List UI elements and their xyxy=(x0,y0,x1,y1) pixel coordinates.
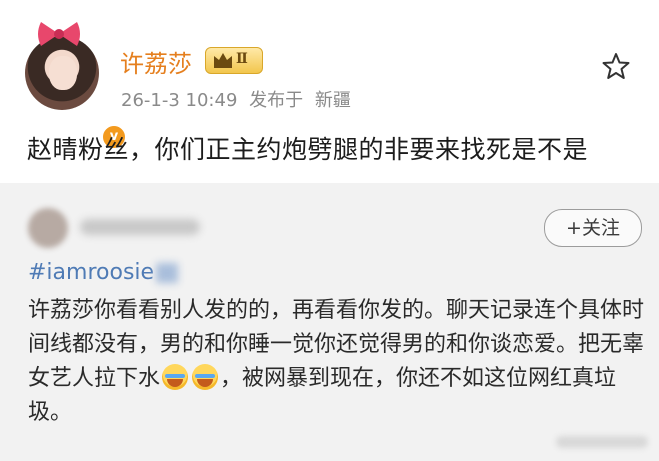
hashtag-text: #iamroosie xyxy=(28,260,155,285)
original-post-card: v 许荔莎 Ⅱ 26-1-3 10:49 发布于 新疆 赵晴粉丝，你们正主约炮劈… xyxy=(0,0,659,183)
follow-button[interactable]: +关注 xyxy=(544,209,642,247)
blurred-avatar[interactable] xyxy=(28,208,68,248)
crying-face-icon xyxy=(192,364,219,390)
published-from-label: 发布于 xyxy=(249,90,304,111)
post-timestamp: 26-1-3 10:49 xyxy=(121,90,238,111)
hashtag-link[interactable]: #iamroosie xyxy=(28,260,179,285)
star-outline-icon[interactable] xyxy=(602,52,630,80)
blurred-username[interactable] xyxy=(80,219,200,235)
username[interactable]: 许荔莎 xyxy=(120,44,192,79)
crying-face-icon xyxy=(162,364,189,390)
quoted-post-text: 许荔莎你看看别人发的的，再看看你发的。聊天记录连个具体时间线都没有，男的和你睡一… xyxy=(28,294,648,430)
hashtag-blur xyxy=(156,263,179,283)
level-badge[interactable]: Ⅱ xyxy=(205,47,263,74)
level-label: Ⅱ xyxy=(236,51,248,67)
user-avatar[interactable]: v xyxy=(25,22,127,150)
post-meta: 26-1-3 10:49 发布于 新疆 xyxy=(121,86,357,112)
avatar-face xyxy=(49,56,77,90)
bow-icon xyxy=(38,22,80,46)
blurred-watermark xyxy=(556,436,648,448)
quoted-post: +关注 #iamroosie 许荔莎你看看别人发的的，再看看你发的。聊天记录连个… xyxy=(24,194,644,454)
post-location: 新疆 xyxy=(314,90,351,111)
post-content: 赵晴粉丝，你们正主约炮劈腿的非要来找死是不是 xyxy=(27,135,589,164)
crown-icon xyxy=(214,53,232,68)
